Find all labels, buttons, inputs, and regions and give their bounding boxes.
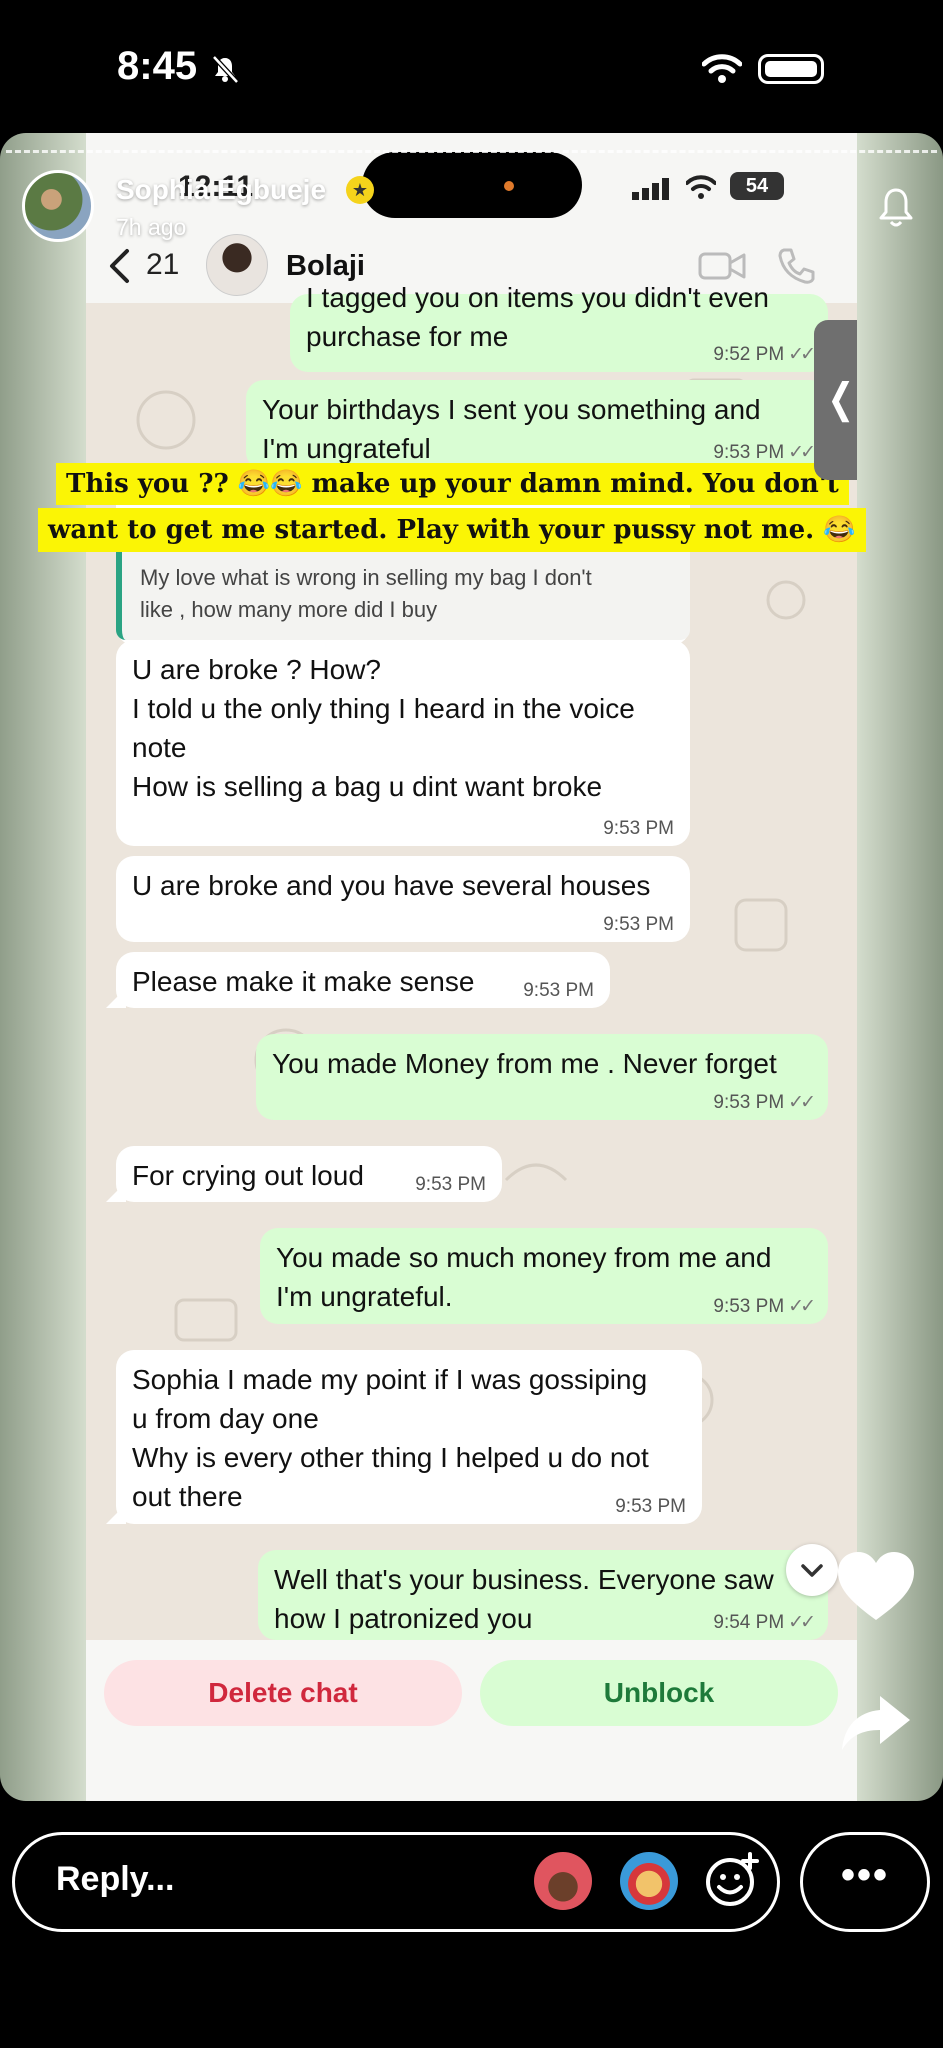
bitmoji-reaction-laugh[interactable] [620, 1852, 678, 1910]
status-time: 8:45 [117, 44, 198, 88]
message-time: 9:53 PM [415, 1174, 486, 1195]
wifi-icon [702, 54, 742, 83]
signal-icon [632, 178, 669, 200]
message-bubble-in[interactable]: Please make it make sense 9:53 PM [116, 952, 610, 1008]
message-time: 9:54 PM [713, 1612, 785, 1633]
back-unread-count[interactable]: 21 [146, 248, 179, 282]
notification-bell-icon[interactable] [876, 186, 916, 230]
message-text: You made Money from me . Never forget [272, 1048, 777, 1079]
inner-wifi-icon [686, 175, 716, 199]
message-bubble-out[interactable]: Your birthdays I sent you something and … [246, 380, 828, 470]
more-button[interactable]: ••• [800, 1832, 930, 1932]
read-ticks-icon: ✓✓ [788, 1612, 816, 1633]
message-bubble-in[interactable]: U are broke ? How? I told u the only thi… [116, 640, 690, 846]
message-time: 9:53 PM [615, 1496, 686, 1517]
scroll-down-button[interactable] [786, 1544, 838, 1596]
back-chevron-icon[interactable] [108, 248, 130, 284]
message-text: U are broke and you have several houses [132, 870, 651, 901]
more-icon: ••• [840, 1853, 889, 1897]
message-bubble-in[interactable]: U are broke and you have several houses … [116, 856, 690, 942]
add-reaction-icon[interactable] [704, 1852, 760, 1908]
read-ticks-icon: ✓✓ [788, 1092, 816, 1113]
message-bubble-out[interactable]: I tagged you on items you didn't even pu… [290, 282, 828, 372]
message-time: 9:53 PM [713, 442, 785, 463]
battery-icon [758, 54, 824, 84]
story-progress [6, 150, 937, 153]
inner-battery: 54 [730, 172, 784, 200]
story-time-ago: 7h ago [116, 214, 187, 240]
quoted-reply[interactable]: My love what is wrong in selling my bag … [116, 540, 690, 640]
message-time: 9:53 PM [523, 980, 594, 1001]
message-bubble-out[interactable]: You made Money from me . Never forget 9:… [256, 1034, 828, 1120]
message-time: 9:53 PM [713, 1296, 785, 1317]
story-avatar[interactable] [22, 170, 94, 242]
bell-mute-icon [212, 55, 239, 84]
message-text: U are broke ? How? I told u the only thi… [132, 654, 635, 802]
read-ticks-icon: ✓✓ [788, 442, 816, 463]
message-time: 9:53 PM [603, 914, 674, 935]
delete-chat-button[interactable]: Delete chat [104, 1660, 462, 1726]
camera-indicator [504, 181, 514, 191]
star-badge-icon: ★ [346, 176, 374, 204]
read-ticks-icon: ✓✓ [788, 344, 816, 365]
message-bubble-out[interactable]: You made so much money from me and I'm u… [260, 1228, 828, 1324]
reply-placeholder[interactable]: Reply... [56, 1860, 174, 1899]
message-time: 9:53 PM [713, 1092, 785, 1113]
heart-icon[interactable] [834, 1548, 918, 1624]
contact-avatar[interactable] [206, 234, 268, 296]
story-caption-line-1: This you ?? 😂😂 make up your damn mind. Y… [56, 463, 849, 505]
unblock-button[interactable]: Unblock [480, 1660, 838, 1726]
message-time: 9:52 PM [713, 344, 785, 365]
share-arrow-icon[interactable] [840, 1692, 912, 1752]
message-bubble-out[interactable]: Well that's your business. Everyone saw … [258, 1550, 828, 1640]
side-panel-tab[interactable]: ❬ [814, 320, 858, 480]
story-user-name[interactable]: Sophia Egbueje [116, 174, 326, 206]
message-time: 9:53 PM [603, 818, 674, 839]
chevron-down-icon [801, 1564, 823, 1577]
message-bubble-in[interactable]: Sophia I made my point if I was gossipin… [116, 1350, 702, 1524]
story-caption-line-2: want to get me started. Play with your p… [38, 508, 866, 552]
message-bubble-in[interactable]: For crying out loud 9:53 PM [116, 1146, 502, 1202]
chevron-left-icon: ❬ [824, 377, 858, 421]
bitmoji-reaction-heart[interactable] [534, 1852, 592, 1910]
message-text: Sophia I made my point if I was gossipin… [132, 1364, 649, 1512]
quoted-reply-text: My love what is wrong in selling my bag … [140, 565, 592, 622]
dynamic-island [362, 152, 582, 218]
read-ticks-icon: ✓✓ [788, 1296, 816, 1317]
